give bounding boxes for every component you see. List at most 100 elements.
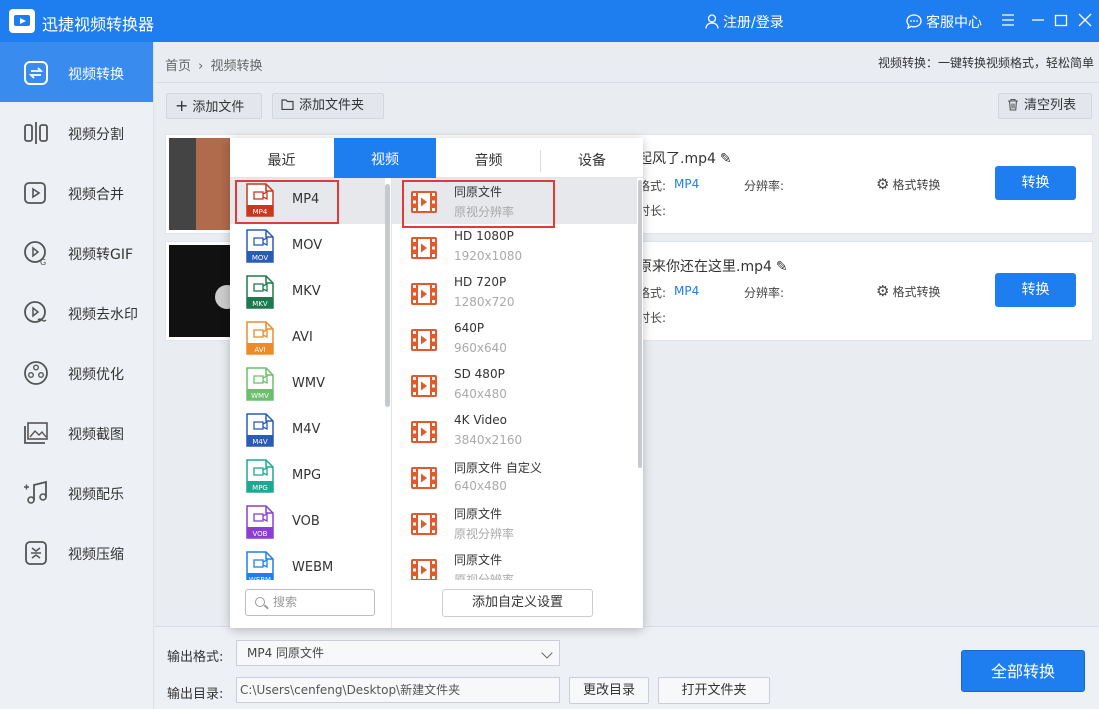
video-preset-icon — [411, 283, 437, 305]
search-icon — [255, 597, 265, 607]
tab-video[interactable]: 视频 — [334, 138, 436, 178]
tab-device[interactable]: 设备 — [541, 138, 643, 178]
format-list-scrollbar[interactable] — [385, 184, 390, 407]
app-logo-icon — [9, 9, 35, 33]
preset-resolution: 1280x720 — [454, 295, 515, 309]
open-folder-button[interactable]: 打开文件夹 — [658, 677, 770, 704]
close-icon[interactable] — [1077, 12, 1093, 28]
format-icon-tag: MOV — [252, 254, 268, 262]
format-icon-tag: AVI — [254, 346, 265, 354]
sidebar-item-video-compress[interactable]: 视频压缩 — [0, 522, 153, 582]
output-format-select[interactable]: MP4 同原文件 — [236, 640, 560, 666]
preset-resolution: 640x480 — [454, 387, 507, 401]
preset-item[interactable]: HD 720P 1280x720 — [392, 270, 637, 316]
format-icon-tag: WEBM — [249, 576, 271, 580]
sidebar-item-label: 视频压缩 — [68, 547, 124, 563]
file-name: 起风了.mp4 ✎ — [638, 148, 732, 168]
add-file-label: 添加文件 — [192, 100, 245, 115]
add-file-button[interactable]: + 添加文件 — [166, 93, 262, 119]
file-format-icon: WEBM — [246, 551, 274, 580]
format-item-label: MKV — [292, 284, 321, 299]
preset-item[interactable]: 同原文件 原视分辨率 — [392, 546, 637, 580]
format-list: MP4 MP4 MOV MOV MKV MKV AVI AVI WMV WMV M4V M4V MPG M… — [230, 178, 391, 580]
format-convert-button[interactable]: ⚙ 格式转换 — [876, 282, 940, 300]
maximize-icon[interactable] — [1053, 12, 1069, 28]
sidebar-item-label: 视频去水印 — [68, 307, 138, 323]
title-bar: 迅捷视频转换器 注册/登录 客服中心 — [0, 0, 1099, 42]
preset-item[interactable]: 同原文件 自定义 640x480 — [392, 454, 637, 500]
format-item-label: WEBM — [292, 560, 334, 575]
format-tabs: 最近 视频 音频 设备 — [230, 138, 643, 178]
edit-icon[interactable]: ✎ — [776, 259, 788, 275]
edit-icon[interactable]: ✎ — [720, 151, 732, 167]
format-convert-label: 格式转换 — [892, 285, 941, 299]
preset-name: 4K Video — [454, 413, 507, 427]
format-item-mkv[interactable]: MKV MKV — [230, 270, 385, 316]
format-item-wmv[interactable]: WMV WMV — [230, 362, 385, 408]
format-item-webm[interactable]: WEBM WEBM — [230, 546, 385, 580]
video-preset-icon — [411, 237, 437, 259]
sidebar: 视频转换 视频分割 视频合并 G 视频转GIF 视频去水印 视频优化 视频截图 … — [0, 42, 154, 709]
format-icon-tag: MP4 — [253, 208, 268, 216]
customer-service-link[interactable]: 客服中心 — [906, 12, 982, 32]
sidebar-item-video-optimize[interactable]: 视频优化 — [0, 342, 153, 402]
convert-all-button[interactable]: 全部转换 — [961, 650, 1085, 692]
file-format-icon: MP4 — [246, 183, 274, 217]
preset-name: 同原文件 — [454, 185, 503, 199]
preset-item[interactable]: SD 480P 640x480 — [392, 362, 637, 408]
format-convert-button[interactable]: ⚙ 格式转换 — [876, 175, 940, 193]
sidebar-item-video-split[interactable]: 视频分割 — [0, 102, 153, 162]
sidebar-item-video-screenshot[interactable]: 视频截图 — [0, 402, 153, 462]
clear-list-label: 清空列表 — [1024, 98, 1077, 113]
video-preset-icon — [411, 191, 437, 213]
format-item-mp4[interactable]: MP4 MP4 — [230, 178, 385, 224]
minimize-icon[interactable] — [1030, 12, 1046, 28]
format-item-mpg[interactable]: MPG MPG — [230, 454, 385, 500]
add-custom-setting-button[interactable]: 添加自定义设置 — [442, 589, 593, 617]
preset-item[interactable]: 同原文件 原视分辨率 — [392, 500, 637, 546]
video-preset-icon — [411, 375, 437, 397]
header-divider — [155, 82, 1099, 83]
clear-list-button[interactable]: 清空列表 — [998, 93, 1092, 119]
sidebar-item-video-gif[interactable]: G 视频转GIF — [0, 222, 153, 282]
login-link[interactable]: 注册/登录 — [705, 12, 784, 32]
output-dir-field[interactable]: C:\Users\cenfeng\Desktop\新建文件夹 — [236, 677, 560, 703]
menu-icon[interactable] — [1000, 12, 1016, 28]
format-item-avi[interactable]: AVI AVI — [230, 316, 385, 362]
output-format-label: 输出格式: — [167, 650, 224, 665]
preset-item[interactable]: 4K Video 3840x2160 — [392, 408, 637, 454]
tab-recent[interactable]: 最近 — [230, 138, 333, 178]
service-label: 客服中心 — [926, 15, 982, 31]
preset-item[interactable]: 同原文件 原视分辨率 — [392, 178, 637, 224]
breadcrumb-separator: › — [198, 59, 204, 74]
convert-button[interactable]: 转换 — [995, 166, 1076, 200]
preset-list-scrollbar[interactable] — [638, 180, 642, 468]
sidebar-item-video-merge[interactable]: 视频合并 — [0, 162, 153, 222]
format-search-input[interactable]: 搜索 — [245, 589, 375, 616]
sidebar-item-video-convert[interactable]: 视频转换 — [0, 42, 153, 102]
format-item-mov[interactable]: MOV MOV — [230, 224, 385, 270]
preset-item[interactable]: HD 1080P 1920x1080 — [392, 224, 637, 270]
change-dir-button[interactable]: 更改目录 — [569, 677, 649, 704]
tab-audio[interactable]: 音频 — [437, 138, 540, 178]
format-item-vob[interactable]: VOB VOB — [230, 500, 385, 546]
format-convert-label: 格式转换 — [892, 178, 941, 192]
add-folder-button[interactable]: 添加文件夹 — [272, 93, 384, 119]
add-folder-label: 添加文件夹 — [299, 98, 365, 113]
breadcrumb-home[interactable]: 首页 — [165, 59, 191, 74]
sidebar-item-video-watermark[interactable]: 视频去水印 — [0, 282, 153, 342]
format-item-m4v[interactable]: M4V M4V — [230, 408, 385, 454]
format-icon-tag: M4V — [252, 438, 267, 446]
preset-item[interactable]: 640P 960x640 — [392, 316, 637, 362]
file-name: 原来你还在这里.mp4 ✎ — [638, 256, 788, 276]
preset-name: HD 1080P — [454, 229, 514, 243]
preset-resolution: 1920x1080 — [454, 249, 523, 263]
file-format-icon: MPG — [246, 459, 274, 493]
format-picker-popup: 最近 视频 音频 设备 MP4 MP4 MOV MOV MKV MKV AVI AVI WMV W… — [230, 138, 643, 628]
output-settings-bar: 输出格式: MP4 同原文件 输出目录: C:\Users\cenfeng\De… — [155, 626, 1099, 709]
file-name-text: 原来你还在这里.mp4 — [638, 259, 772, 275]
sidebar-item-video-music[interactable]: 视频配乐 — [0, 462, 153, 522]
convert-button[interactable]: 转换 — [995, 273, 1076, 307]
file-name-text: 起风了.mp4 — [638, 151, 716, 167]
search-placeholder: 搜索 — [273, 595, 298, 609]
